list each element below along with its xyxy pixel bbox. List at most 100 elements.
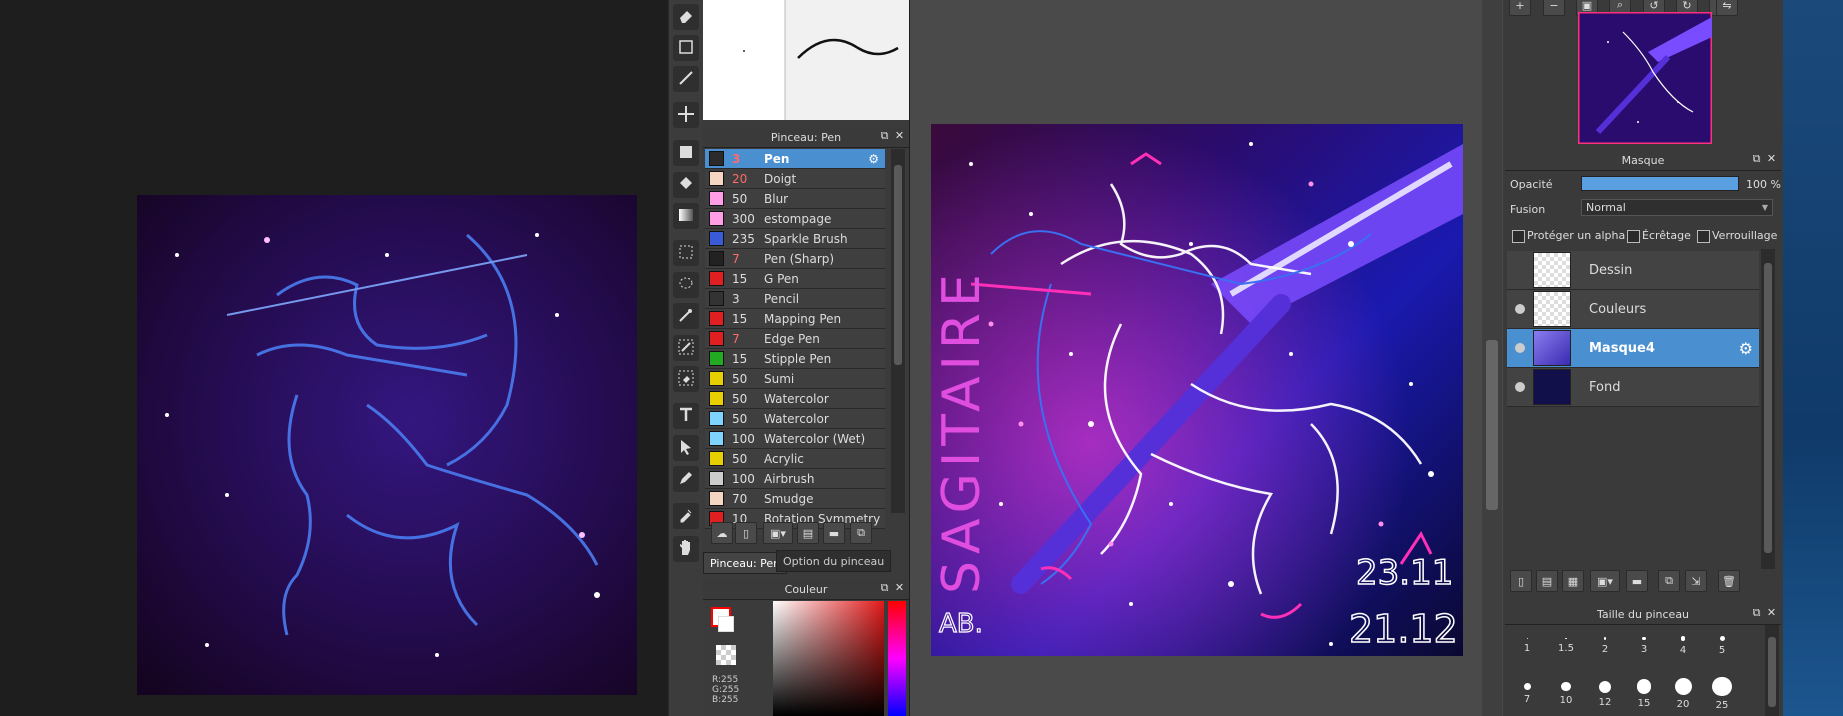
brush-size-cell[interactable]: 7 [1508, 675, 1546, 713]
detach-icon[interactable]: ⧉ [1751, 153, 1762, 164]
gear-icon[interactable]: ⚙ [1739, 339, 1753, 358]
lasso-tool[interactable] [673, 272, 699, 298]
magic-wand-tool[interactable] [673, 303, 699, 329]
detach-icon[interactable]: ⧉ [879, 582, 890, 593]
add-layer-dropdown-button[interactable]: ▣▾ [1590, 570, 1620, 592]
brush-item[interactable]: 50 Blur [705, 189, 885, 209]
blend-mode-select[interactable]: Normal ▼ [1581, 199, 1773, 216]
brush-item[interactable]: 15 Stipple Pen [705, 349, 885, 369]
opacity-slider[interactable] [1581, 176, 1739, 191]
brush-new-button[interactable]: ▯ [735, 522, 757, 544]
brush-item[interactable]: 235 Sparkle Brush [705, 229, 885, 249]
select-rect-tool[interactable] [673, 240, 699, 266]
hue-slider[interactable] [888, 601, 906, 716]
brush-item[interactable]: 100 Watercolor (Wet) [705, 429, 885, 449]
layer-row[interactable]: Fond [1507, 368, 1759, 407]
close-icon[interactable]: ✕ [894, 130, 905, 141]
brush-item[interactable]: 50 Acrylic [705, 449, 885, 469]
transparent-color-swatch[interactable] [716, 645, 736, 665]
brush-list-scroll-thumb[interactable] [894, 165, 902, 365]
detach-icon[interactable]: ⧉ [879, 130, 890, 141]
new-halftone-layer-button[interactable]: ▤ [1536, 570, 1558, 592]
navigator-thumbnail[interactable] [1578, 12, 1712, 144]
canvas-scroll-thumb[interactable] [1486, 340, 1498, 510]
brush-size-scroll-thumb[interactable] [1768, 637, 1776, 707]
eraser-tool[interactable] [673, 4, 699, 30]
brush-size-cell[interactable]: 4 [1664, 627, 1702, 665]
brush-item[interactable]: 15 G Pen [705, 269, 885, 289]
fill-rect-tool[interactable] [673, 140, 699, 166]
visibility-toggle[interactable] [1507, 382, 1533, 392]
brush-item[interactable]: 7 Edge Pen [705, 329, 885, 349]
brush-size-cell[interactable]: 15 [1625, 675, 1663, 713]
brush-item[interactable]: 7 Pen (Sharp) [705, 249, 885, 269]
layer-scroll-thumb[interactable] [1764, 263, 1772, 553]
brush-duplicate-button[interactable]: ⧉ [850, 522, 872, 544]
brush-size-cell[interactable]: 3 [1625, 627, 1663, 665]
saturation-value-picker[interactable] [773, 601, 884, 716]
new-8bit-layer-button[interactable]: ▦ [1562, 570, 1584, 592]
brush-list-scrollbar[interactable] [891, 149, 905, 513]
move-tool[interactable] [673, 102, 699, 128]
detach-icon[interactable]: ⧉ [1751, 607, 1762, 618]
brush-item[interactable]: 100 Airbrush [705, 469, 885, 489]
merge-layer-button[interactable]: ⇲ [1685, 570, 1707, 592]
layer-list-scrollbar[interactable] [1761, 249, 1775, 569]
line-tool[interactable] [673, 66, 699, 92]
brush-size-cell[interactable]: 20 [1664, 675, 1702, 713]
visibility-toggle[interactable] [1507, 304, 1533, 314]
operation-tool[interactable] [673, 435, 699, 461]
select-eraser-tool[interactable] [673, 366, 699, 392]
bucket-tool[interactable] [673, 172, 699, 198]
lock-checkbox[interactable] [1697, 230, 1710, 243]
brush-item[interactable]: 3 Pen ⚙ [705, 149, 885, 169]
brush-item[interactable]: 50 Watercolor [705, 409, 885, 429]
brush-size-cell[interactable]: 10 [1547, 675, 1585, 713]
brush-size-cell[interactable]: 5 [1703, 627, 1741, 665]
visibility-toggle[interactable] [1507, 343, 1533, 353]
layer-row[interactable]: Dessin [1507, 251, 1759, 290]
close-icon[interactable]: ✕ [1766, 153, 1777, 164]
navigator-zoom-in-button[interactable]: + [1509, 0, 1531, 16]
brush-add-dropdown-button[interactable]: ▣▾ [763, 522, 793, 544]
eyedropper-tool[interactable] [673, 466, 699, 492]
canvas-vertical-scrollbar[interactable] [1482, 0, 1502, 716]
new-layer-button[interactable]: ▯ [1510, 570, 1532, 592]
brush-size-cell[interactable]: 25 [1703, 675, 1741, 713]
gradient-tool[interactable] [673, 203, 699, 229]
close-icon[interactable]: ✕ [894, 582, 905, 593]
brush-size-scrollbar[interactable] [1765, 625, 1779, 716]
delete-layer-button[interactable]: 🗑 [1718, 570, 1740, 592]
tab-brush-pen[interactable]: Pinceau: Pen [703, 552, 788, 574]
dropper-tool[interactable] [673, 503, 699, 529]
background-color-swatch[interactable] [718, 616, 734, 632]
gear-icon[interactable]: ⚙ [868, 152, 879, 166]
layer-row[interactable]: Couleurs [1507, 290, 1759, 329]
select-pen-tool[interactable] [673, 335, 699, 361]
brush-size-cell[interactable]: 1 [1508, 627, 1546, 665]
brush-item[interactable]: 300 estompage [705, 209, 885, 229]
new-folder-button[interactable]: ▬ [1626, 570, 1648, 592]
brush-item[interactable]: 50 Sumi [705, 369, 885, 389]
brush-folder-button[interactable]: ▬ [823, 522, 845, 544]
clipping-checkbox[interactable] [1627, 230, 1640, 243]
rectangle-tool[interactable] [673, 35, 699, 61]
text-tool[interactable] [673, 403, 699, 429]
brush-item[interactable]: 15 Mapping Pen [705, 309, 885, 329]
navigator-flip-button[interactable]: ⇋ [1716, 0, 1738, 16]
brush-cloud-button[interactable]: ☁ [711, 522, 733, 544]
brush-item[interactable]: 50 Watercolor [705, 389, 885, 409]
duplicate-layer-button[interactable]: ⧉ [1658, 570, 1680, 592]
hand-tool[interactable] [673, 536, 699, 562]
brush-size-cell[interactable]: 1.5 [1547, 627, 1585, 665]
protect-alpha-checkbox[interactable] [1512, 230, 1525, 243]
layer-row[interactable]: Masque4 ⚙ [1507, 329, 1759, 368]
brush-item[interactable]: 70 Smudge [705, 489, 885, 509]
tab-brush-options[interactable]: Option du pinceau [776, 550, 892, 572]
brush-size-cell[interactable]: 12 [1586, 675, 1624, 713]
brush-item[interactable]: 20 Doigt [705, 169, 885, 189]
main-canvas[interactable]: SAGITAIRE 23.11 21.12 AB. [931, 124, 1463, 656]
navigator-zoom-out-button[interactable]: − [1543, 0, 1565, 16]
brush-properties-button[interactable]: ▤ [797, 522, 819, 544]
close-icon[interactable]: ✕ [1766, 607, 1777, 618]
